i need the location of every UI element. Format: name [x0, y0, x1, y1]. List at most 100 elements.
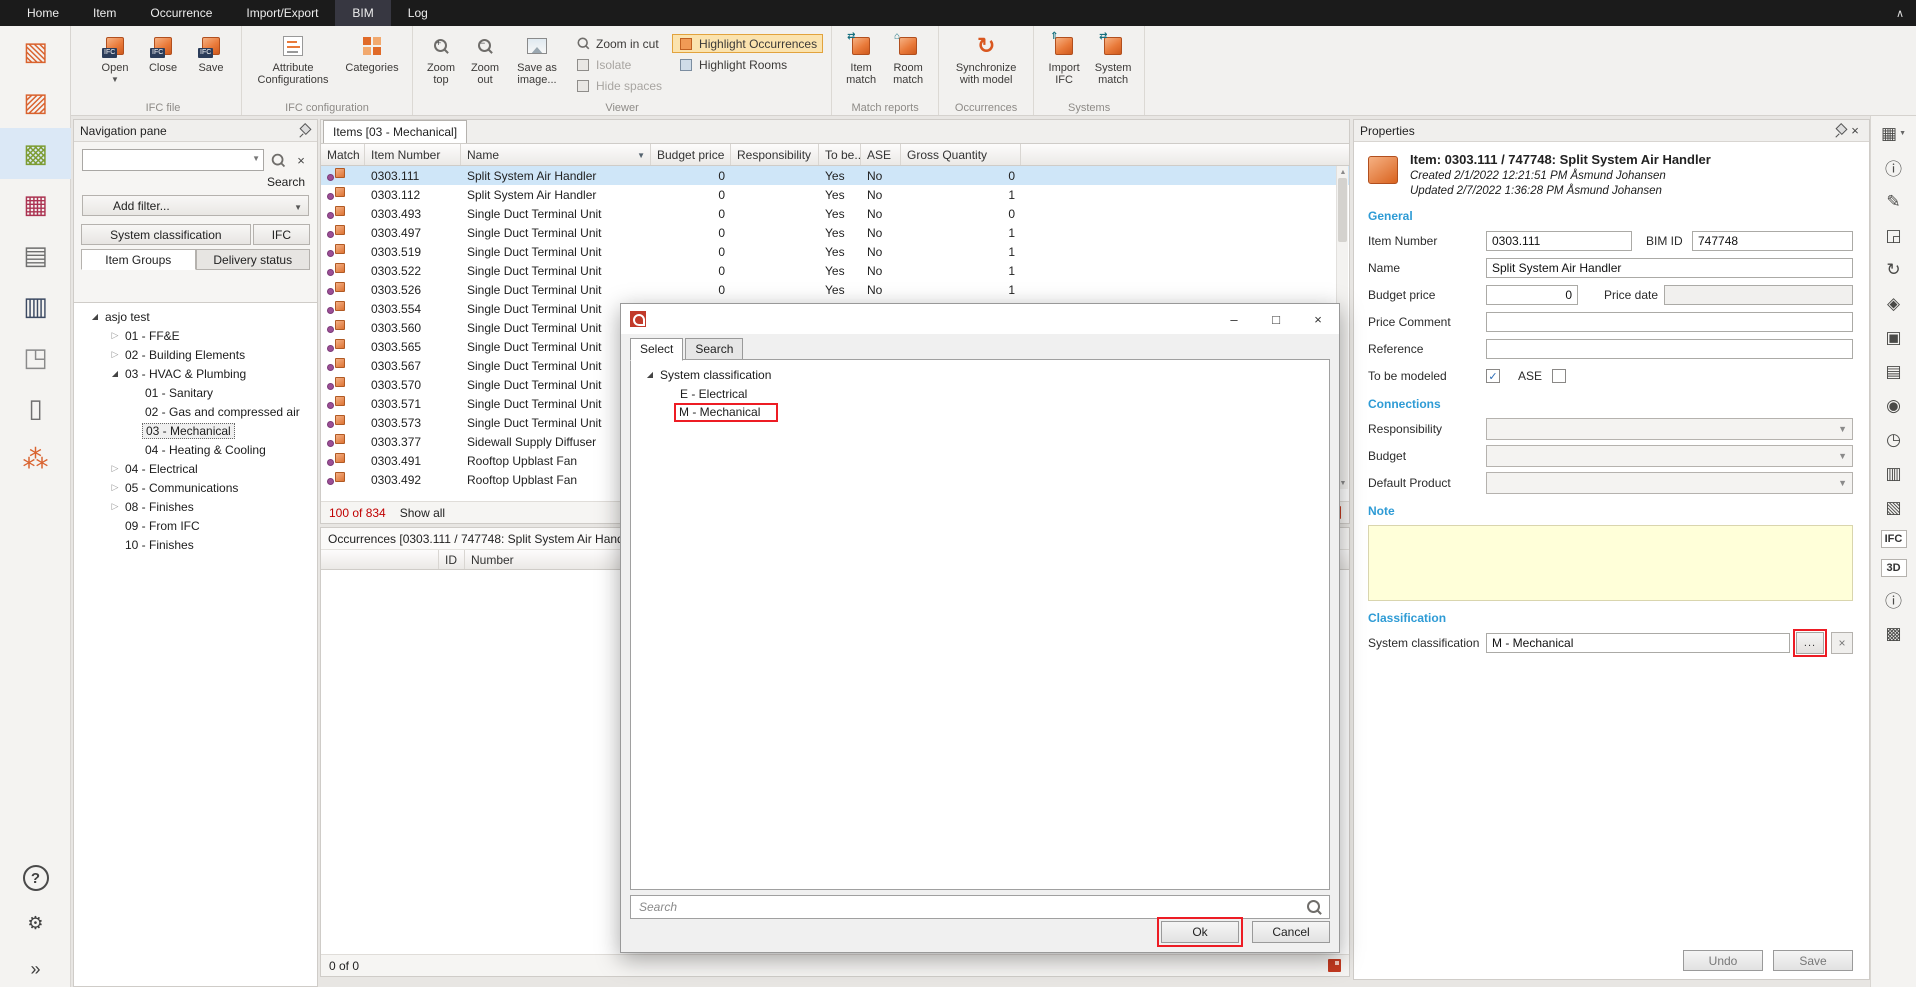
save-as-image-button[interactable]: Save as image... [508, 29, 566, 101]
zoom-in-cut-button[interactable]: Zoom in cut [569, 34, 668, 53]
to-be-modeled-checkbox[interactable] [1486, 369, 1500, 383]
system-match-button[interactable]: ⇄System match [1089, 29, 1137, 101]
tree-item-02-building-elements[interactable]: ▷02 - Building Elements [74, 345, 317, 364]
product-icon[interactable]: ▣ [1878, 326, 1910, 349]
synchronize-with-model-button[interactable]: ↻Synchronize with model [946, 29, 1026, 101]
tree-item-asjo-test[interactable]: ◢asjo test [74, 307, 317, 326]
reference-field[interactable] [1486, 339, 1853, 359]
bim-id-field[interactable] [1692, 231, 1853, 251]
name-field[interactable] [1486, 258, 1853, 278]
tree-item-09-from-ifc[interactable]: 09 - From IFC [74, 516, 317, 535]
table-row[interactable]: 0303.493Single Duct Terminal Unit0YesNo0 [321, 204, 1349, 223]
close-button[interactable]: × [1297, 304, 1339, 334]
ifc-import-icon[interactable]: ▨ [0, 77, 71, 128]
undo-button[interactable]: Undo [1683, 950, 1763, 971]
occurrence-cube-icon[interactable]: ▩ [1878, 622, 1910, 645]
tree-item-01-ff-e[interactable]: ▷01 - FF&E [74, 326, 317, 345]
browse-classification-button[interactable]: ... [1796, 632, 1824, 654]
tree-item-01-sanitary[interactable]: 01 - Sanitary [74, 383, 317, 402]
occ-col-number[interactable]: Number [465, 550, 645, 569]
help-icon[interactable]: ? [23, 865, 49, 891]
attributes-icon[interactable]: ▤ [0, 230, 71, 281]
products-icon[interactable]: ◳ [0, 332, 71, 383]
tree-item-08-finishes[interactable]: ▷08 - Finishes [74, 497, 317, 516]
expand-sidebar-icon[interactable]: » [22, 955, 50, 983]
column-header-to-be-[interactable]: To be... [819, 144, 861, 165]
table-row[interactable]: 0303.112Split System Air Handler0YesNo1 [321, 185, 1349, 204]
column-header-responsibility[interactable]: Responsibility [731, 144, 819, 165]
tree-item-04-electrical[interactable]: ▷04 - Electrical [74, 459, 317, 478]
bim-match-icon[interactable]: ▩ [0, 128, 71, 179]
occ-col-id[interactable]: ID [439, 550, 465, 569]
default-product-select[interactable]: ▼ [1486, 472, 1853, 494]
tab-delivery-status[interactable]: Delivery status [196, 249, 311, 270]
tree-item-system-classification[interactable]: ◢System classification [635, 365, 1325, 384]
column-header-ase[interactable]: ASE [861, 144, 901, 165]
maximize-button[interactable]: □ [1255, 304, 1297, 334]
scroll-up-icon[interactable]: ▲ [1337, 166, 1349, 178]
ase-checkbox[interactable] [1552, 369, 1566, 383]
dialog-tab-select[interactable]: Select [630, 338, 683, 361]
checklist-icon[interactable]: ▧ [1878, 496, 1910, 519]
tree-item-05-communications[interactable]: ▷05 - Communications [74, 478, 317, 497]
nav-search-label[interactable]: Search [74, 173, 317, 193]
dialog-titlebar[interactable]: – □ × [621, 304, 1339, 334]
statistics-icon[interactable]: ▥ [0, 281, 71, 332]
budget-select[interactable]: ▼ [1486, 445, 1853, 467]
close-button[interactable]: Close [140, 29, 186, 101]
nav-search-input[interactable] [82, 149, 264, 171]
ifc-files-icon[interactable]: ▧ [0, 26, 71, 77]
close-panel-icon[interactable]: × [1847, 123, 1863, 138]
column-header-name[interactable]: Name▼ [461, 144, 651, 165]
chevron-collapsed-icon[interactable]: ▷ [108, 349, 122, 360]
document-icon[interactable]: ▤ [1878, 360, 1910, 383]
highlight-rooms-button[interactable]: Highlight Rooms [672, 55, 823, 74]
detach-panel-icon[interactable] [1328, 959, 1341, 972]
layout-selector-icon[interactable]: ▦▼ [1878, 122, 1910, 145]
table-row[interactable]: 0303.111Split System Air Handler0YesNo0 [321, 166, 1349, 185]
ifc-label[interactable]: IFC [1881, 530, 1907, 548]
chevron-collapsed-icon[interactable]: ▷ [108, 330, 122, 341]
menu-import-export[interactable]: Import/Export [229, 0, 335, 26]
responsibility-select[interactable]: ▼ [1486, 418, 1853, 440]
tree-item-02-gas-and-compressed-air[interactable]: 02 - Gas and compressed air [74, 402, 317, 421]
item-number-field[interactable] [1486, 231, 1632, 251]
clear-classification-button[interactable]: × [1831, 632, 1853, 654]
price-date-field[interactable] [1664, 285, 1853, 305]
table-row[interactable]: 0303.519Single Duct Terminal Unit0YesNo1 [321, 242, 1349, 261]
tree-item-04-heating-cooling[interactable]: 04 - Heating & Cooling [74, 440, 317, 459]
tab-system-classification[interactable]: System classification [81, 224, 251, 245]
model-3d-icon[interactable]: 3D [1881, 559, 1907, 577]
history-icon[interactable]: ◷ [1878, 428, 1910, 451]
show-all-button[interactable]: Show all [400, 506, 445, 520]
tree-item-03-hvac-plumbing[interactable]: ◢03 - HVAC & Plumbing [74, 364, 317, 383]
chevron-expanded-icon[interactable]: ◢ [88, 312, 102, 321]
tree-item-m-mechanical[interactable]: M - Mechanical [635, 403, 1325, 422]
system-classification-field[interactable] [1486, 633, 1790, 653]
chevron-expanded-icon[interactable]: ◢ [108, 369, 122, 378]
image-icon[interactable]: ◉ [1878, 394, 1910, 417]
pin-icon[interactable] [1835, 124, 1847, 138]
import-ifc-button[interactable]: ⇑Import IFC [1041, 29, 1087, 101]
minimize-button[interactable]: – [1213, 304, 1255, 334]
price-comment-field[interactable] [1486, 312, 1853, 332]
clear-search-icon[interactable]: × [293, 153, 309, 168]
tree-item-e-electrical[interactable]: E - Electrical [635, 384, 1325, 403]
cancel-button[interactable]: Cancel [1252, 921, 1330, 943]
menu-log[interactable]: Log [391, 0, 445, 26]
tab-items-03-mechanical[interactable]: Items [03 - Mechanical] [323, 120, 467, 143]
item-match-button[interactable]: ⇄Item match [839, 29, 883, 101]
logbook-icon[interactable]: ▯ [0, 383, 71, 434]
menu-item[interactable]: Item [76, 0, 133, 26]
add-filter-button[interactable]: Add filter... ▼ [82, 195, 309, 216]
categories-button[interactable]: Categories [339, 29, 405, 101]
tab-ifc[interactable]: IFC [253, 224, 310, 245]
pin-icon[interactable] [299, 124, 311, 138]
highlight-occurrences-button[interactable]: Highlight Occurrences [672, 34, 823, 53]
save-button[interactable]: Save [1773, 950, 1853, 971]
zoom-out-button[interactable]: −Zoom out [464, 29, 506, 101]
info-secondary-icon[interactable]: ⓘ [1878, 588, 1910, 611]
column-header-item-number[interactable]: Item Number [365, 144, 461, 165]
table-row[interactable]: 0303.522Single Duct Terminal Unit0YesNo1 [321, 261, 1349, 280]
classification-icon[interactable]: ◈ [1878, 292, 1910, 315]
